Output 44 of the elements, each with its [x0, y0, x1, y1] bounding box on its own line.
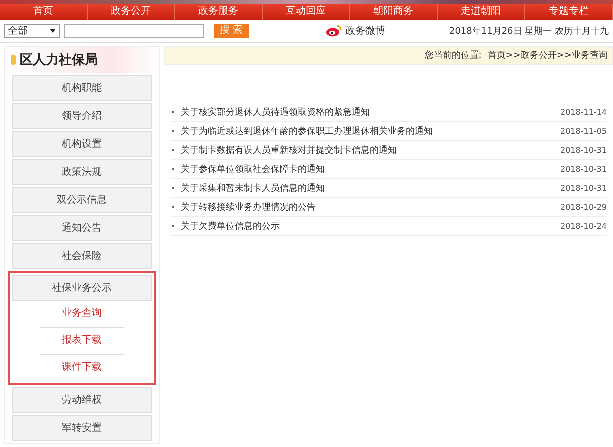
news-date: 2018-11-05 — [560, 126, 607, 136]
sidebar-item[interactable]: 劳动维权 — [12, 387, 152, 413]
sidebar-item[interactable]: 机构职能 — [12, 75, 152, 101]
news-date: 2018-11-14 — [560, 108, 607, 116]
news-link[interactable]: 关于制卡数据有误人员重新核对并提交制卡信息的通知 — [181, 144, 397, 156]
news-link[interactable]: 关于转移接续业务办理情况的公告 — [181, 200, 316, 214]
weibo-icon[interactable] — [326, 25, 342, 37]
sidebar-item[interactable]: 机构设置 — [12, 131, 152, 157]
submenu-link[interactable]: 报表下载 — [12, 328, 152, 354]
news-link[interactable]: 关于采集和暂未制卡人员信息的通知 — [181, 182, 325, 194]
date-text: 2018年11月26日 星期一 农历十月十九 — [449, 26, 609, 38]
submenu-link[interactable]: 业务查询 — [12, 301, 152, 327]
sidebar-item[interactable]: 社会保险 — [12, 243, 152, 269]
sidebar-title: 区人力社保局 — [20, 52, 98, 69]
dropdown-caret-icon[interactable] — [50, 29, 56, 33]
sidebar-item[interactable]: 双公示信息 — [12, 187, 152, 213]
nav-link[interactable]: 朝阳商务 — [350, 4, 438, 20]
news-date: 2018-10-31 — [560, 146, 607, 154]
news-link[interactable]: 关于欠费单位信息的公示 — [181, 220, 280, 232]
nav-link[interactable]: 专题专栏 — [525, 4, 613, 20]
breadcrumb-label: 您当前的位置: — [424, 50, 482, 62]
news-link[interactable]: 关于核实部分退休人员待遇领取资格的紧急通知 — [181, 106, 370, 118]
sidebar-item[interactable]: 政策法规 — [12, 159, 152, 185]
search-field[interactable] — [64, 24, 204, 38]
news-date: 2018-10-24 — [560, 222, 607, 230]
nav-link[interactable]: 政务服务 — [175, 4, 263, 20]
scope-select[interactable]: 全部 — [4, 24, 60, 38]
breadcrumb-path: 首页>>政务公开>>业务查询 — [488, 50, 608, 62]
news-link[interactable]: 关于参保单位领取社会保障卡的通知 — [181, 162, 325, 176]
nav-link[interactable]: 走进朝阳 — [438, 4, 526, 20]
news-date: 2018-10-31 — [560, 164, 607, 174]
nav-link[interactable]: 政务公开 — [88, 4, 176, 20]
sidebar-item[interactable]: 领导介绍 — [12, 103, 152, 129]
submenu-link[interactable]: 课件下载 — [12, 355, 152, 381]
weibo-link[interactable]: 政务微博 — [345, 24, 386, 38]
sidebar-item[interactable]: 社保业务公示 — [12, 275, 152, 301]
nav-link[interactable]: 互动回应 — [262, 4, 350, 20]
news-date: 2018-10-29 — [560, 202, 607, 212]
sidebar-item[interactable]: 军转安置 — [12, 415, 152, 441]
news-link[interactable]: 关于为临近或达到退休年龄的参保职工办理退休相关业务的通知 — [181, 124, 433, 138]
news-date: 2018-10-31 — [560, 184, 607, 192]
nav-link[interactable]: 首页 — [0, 4, 88, 20]
sidebar-item[interactable]: 通知公告 — [12, 215, 152, 241]
bullet-icon — [11, 55, 16, 65]
